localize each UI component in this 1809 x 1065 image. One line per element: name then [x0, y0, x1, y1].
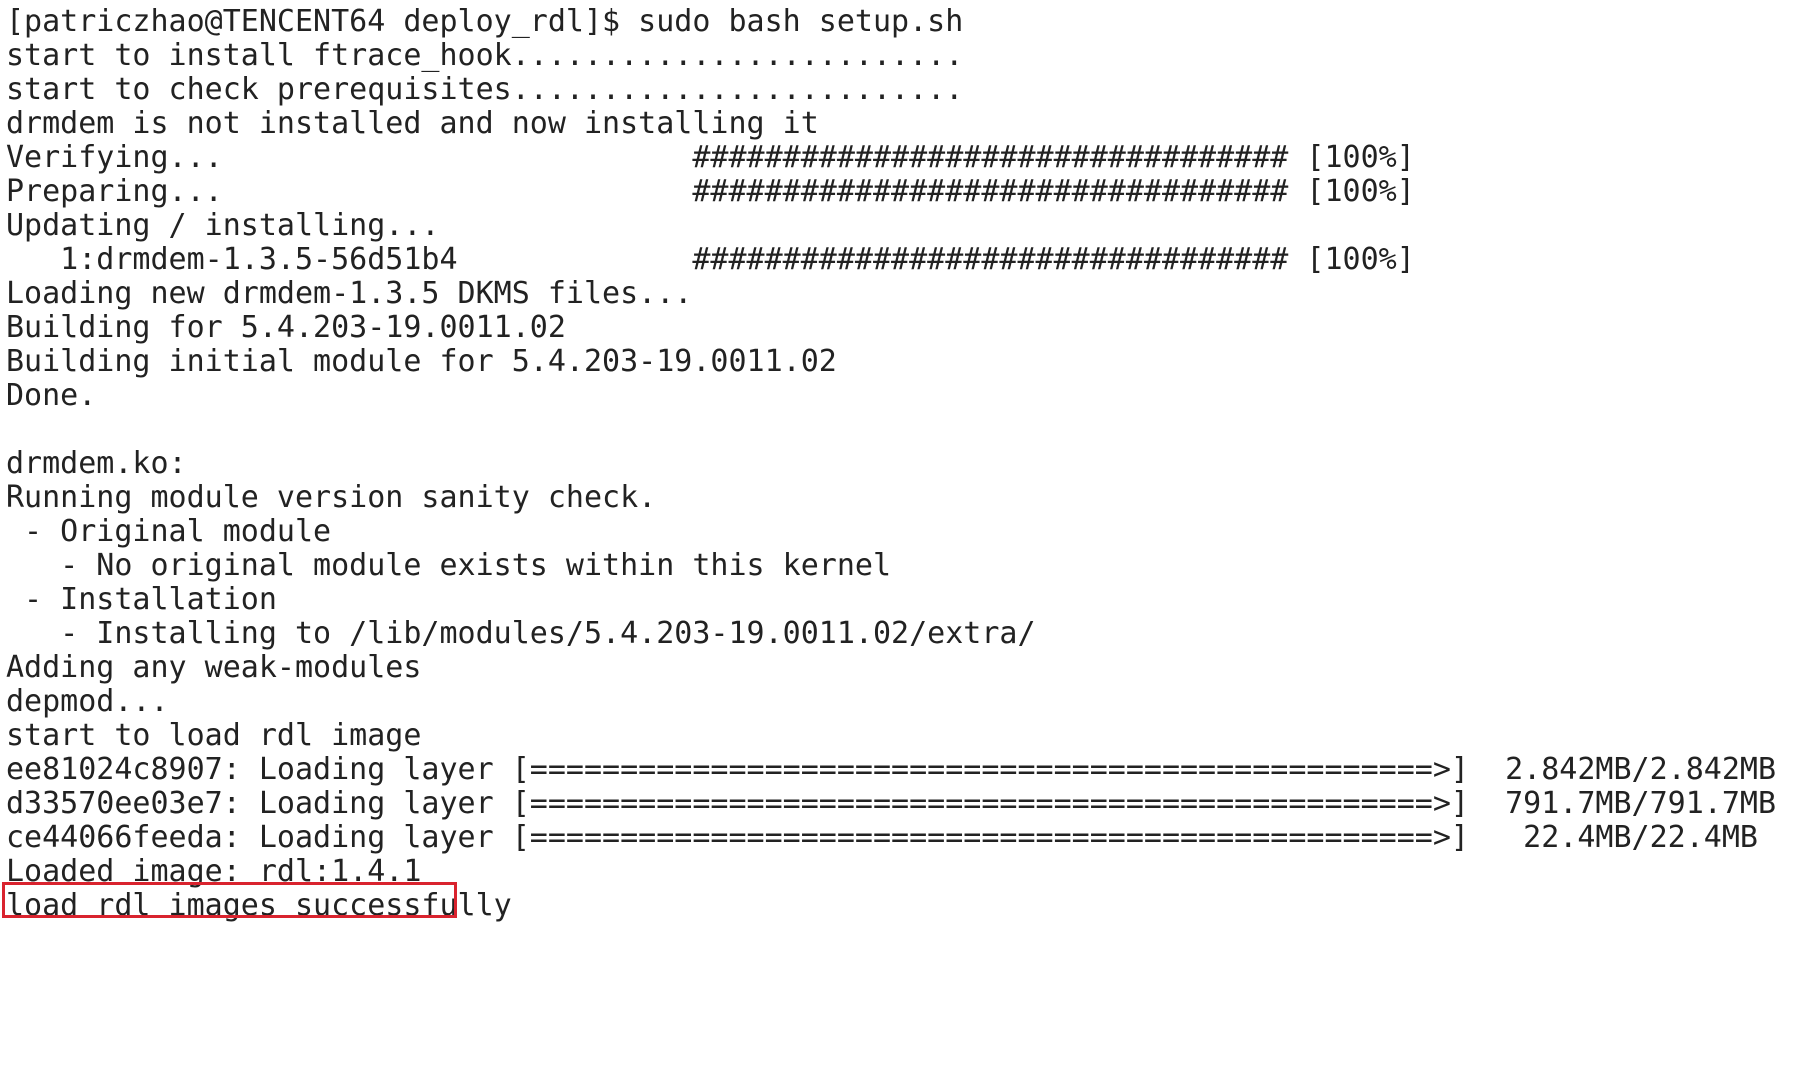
terminal-line-success: load rdl images successfully [6, 888, 512, 923]
terminal-line: Done. [6, 378, 97, 413]
terminal-line: Building initial module for 5.4.203-19.0… [6, 344, 837, 379]
terminal-output: [patriczhao@TENCENT64 deploy_rdl]$ sudo … [0, 0, 1809, 1065]
